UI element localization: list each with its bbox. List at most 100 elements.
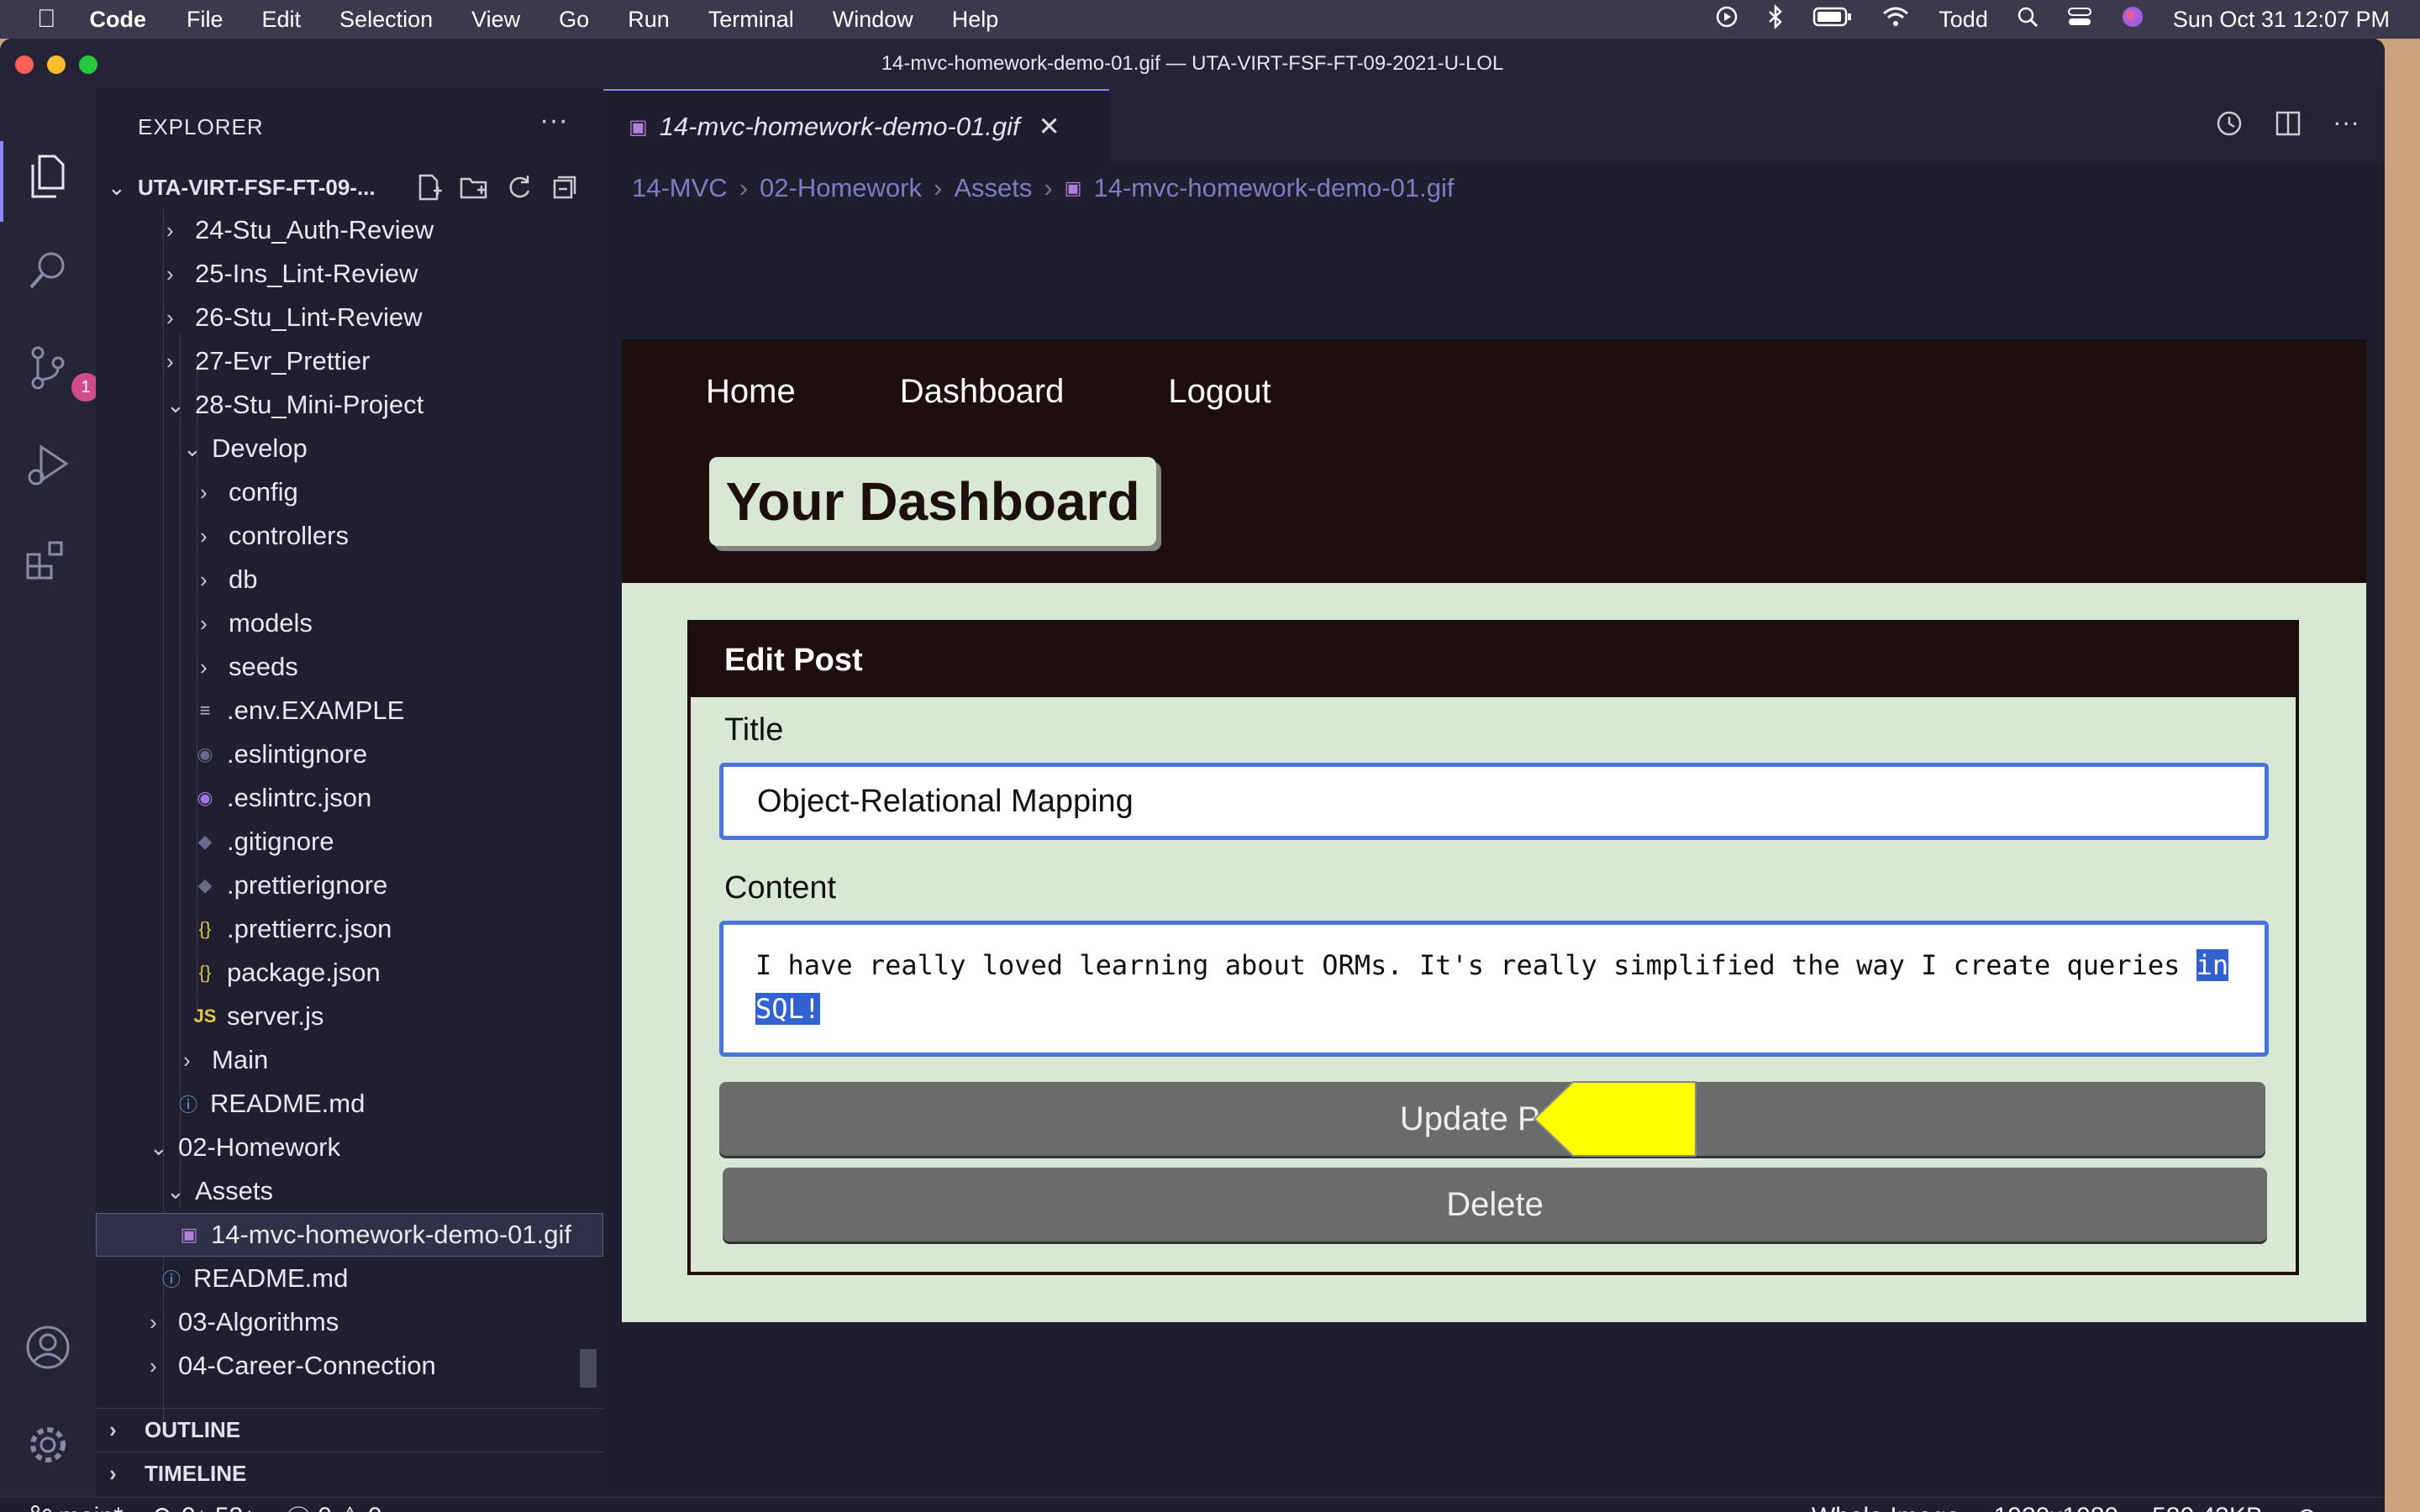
tree-item-file[interactable]: {} package.json bbox=[96, 951, 603, 995]
json-icon: {} bbox=[198, 962, 212, 983]
menu-selection[interactable]: Selection bbox=[339, 7, 433, 33]
tree-item-file[interactable]: ◉ .eslintrc.json bbox=[96, 776, 603, 820]
zoom-window-button[interactable] bbox=[79, 55, 97, 74]
tree-item-file[interactable]: JS server.js bbox=[96, 995, 603, 1038]
menu-file[interactable]: File bbox=[187, 7, 224, 33]
image-dimensions: 1920x1080 bbox=[1994, 1503, 2118, 1512]
branch-status[interactable]: main* bbox=[30, 1503, 124, 1512]
menu-run[interactable]: Run bbox=[628, 7, 670, 33]
timeline-history-icon[interactable] bbox=[2215, 109, 2244, 142]
breadcrumb-item[interactable]: 14-mvc-homework-demo-01.gif bbox=[1093, 173, 1454, 203]
breadcrumb-item[interactable]: 02-Homework bbox=[760, 173, 922, 203]
tree-item-folder[interactable]: › models bbox=[96, 601, 603, 645]
close-tab-icon[interactable]: ✕ bbox=[1039, 112, 1060, 142]
menu-clock[interactable]: Sun Oct 31 12:07 PM bbox=[2173, 7, 2390, 33]
nav-logout-link[interactable]: Logout bbox=[1168, 373, 1270, 411]
tree-item-file[interactable]: ⓘ README.md bbox=[96, 1082, 603, 1126]
broadcast-icon[interactable]: ⊚ bbox=[2296, 1503, 2317, 1512]
refresh-icon[interactable] bbox=[504, 172, 534, 202]
wifi-icon[interactable] bbox=[1881, 6, 1910, 34]
title-input[interactable]: Object-Relational Mapping bbox=[719, 763, 2269, 840]
breadcrumb-separator-icon: › bbox=[933, 173, 943, 202]
settings-gear-icon[interactable] bbox=[23, 1420, 73, 1470]
run-debug-icon[interactable] bbox=[23, 440, 73, 491]
play-icon[interactable] bbox=[1715, 5, 1739, 34]
breadcrumb-item[interactable]: Assets bbox=[954, 173, 1032, 203]
menu-go[interactable]: Go bbox=[559, 7, 589, 33]
tree-item-file[interactable]: ◆ .prettierignore bbox=[96, 864, 603, 907]
error-count: 0 bbox=[318, 1503, 332, 1512]
tree-item-folder[interactable]: › 04-Career-Connection bbox=[96, 1344, 603, 1388]
nav-dashboard-link[interactable]: Dashboard bbox=[900, 373, 1065, 411]
bluetooth-icon[interactable] bbox=[1767, 3, 1784, 35]
control-center-icon[interactable] bbox=[2067, 6, 2092, 34]
explorer-more-icon[interactable]: ··· bbox=[539, 104, 568, 137]
breadcrumb-item[interactable]: 14-MVC bbox=[632, 173, 728, 203]
menu-help[interactable]: Help bbox=[952, 7, 999, 33]
tab-bar: ▣ 14-mvc-homework-demo-01.gif ✕ ··· bbox=[603, 89, 2385, 163]
menu-edit[interactable]: Edit bbox=[262, 7, 302, 33]
image-zoom-mode[interactable]: Whole Image bbox=[1812, 1503, 1960, 1512]
update-post-button[interactable]: Update Post bbox=[719, 1082, 2265, 1156]
tree-item-folder[interactable]: › Main bbox=[96, 1038, 603, 1082]
extensions-icon[interactable] bbox=[23, 534, 73, 585]
title-input-value: Object-Relational Mapping bbox=[757, 784, 1134, 819]
tree-item-folder[interactable]: › 24-Stu_Auth-Review bbox=[96, 208, 603, 252]
search-icon[interactable] bbox=[23, 245, 73, 296]
tree-item-folder[interactable]: › seeds bbox=[96, 645, 603, 689]
problems-status[interactable]: ⓧ 0 ⚠ 0 bbox=[286, 1499, 381, 1512]
workspace-header[interactable]: ⌄ UTA-VIRT-FSF-FT-09-... bbox=[96, 166, 603, 208]
new-folder-icon[interactable] bbox=[459, 172, 489, 202]
more-actions-icon[interactable]: ··· bbox=[2333, 108, 2360, 142]
chevron-right-icon: › bbox=[109, 1417, 117, 1442]
tree-item-file[interactable]: {} .prettierrc.json bbox=[96, 907, 603, 951]
tree-item-file[interactable]: ≡ .env.EXAMPLE bbox=[96, 689, 603, 732]
sync-status[interactable]: ⟳ 0↓ 53↑ bbox=[154, 1502, 256, 1512]
user-name[interactable]: Todd bbox=[1939, 7, 1988, 33]
tree-item-folder[interactable]: › controllers bbox=[96, 514, 603, 558]
split-editor-icon[interactable] bbox=[2274, 109, 2302, 142]
apple-menu-icon[interactable]:  bbox=[37, 5, 56, 34]
tree-item-folder[interactable]: ⌄ 02-Homework bbox=[96, 1126, 603, 1169]
eslint-icon: ◉ bbox=[197, 787, 213, 808]
app-menu[interactable]: Code bbox=[90, 7, 147, 33]
tree-item-file[interactable]: ◉ .eslintignore bbox=[96, 732, 603, 776]
delete-button[interactable]: Delete bbox=[723, 1168, 2267, 1242]
tab-gif-preview[interactable]: ▣ 14-mvc-homework-demo-01.gif ✕ bbox=[603, 89, 1109, 163]
source-control-icon[interactable]: 1 bbox=[23, 343, 100, 402]
tree-item-folder[interactable]: › 27-Evr_Prettier bbox=[96, 339, 603, 383]
site-main: Edit Post Title Object-Relational Mappin… bbox=[622, 583, 2366, 1322]
tree-item-folder[interactable]: › config bbox=[96, 470, 603, 514]
siri-icon[interactable] bbox=[2121, 5, 2144, 34]
prettier-icon: ◆ bbox=[197, 874, 213, 895]
spotlight-icon[interactable] bbox=[2017, 6, 2039, 34]
explorer-files-icon[interactable] bbox=[23, 151, 73, 202]
timeline-section[interactable]: › TIMELINE bbox=[96, 1452, 603, 1495]
tree-item-folder[interactable]: ⌄ 28-Stu_Mini-Project bbox=[96, 383, 603, 427]
tree-item-folder[interactable]: ⌄ Assets bbox=[96, 1169, 603, 1213]
nav-home-link[interactable]: Home bbox=[706, 373, 796, 411]
tree-item-folder[interactable]: › 03-Algorithms bbox=[96, 1300, 603, 1344]
tree-item-file[interactable]: ⓘ README.md bbox=[96, 1257, 603, 1300]
tree-item-file[interactable]: ◆ .gitignore bbox=[96, 820, 603, 864]
menu-terminal[interactable]: Terminal bbox=[708, 7, 794, 33]
collapse-all-icon[interactable] bbox=[550, 172, 580, 202]
chevron-right-icon: › bbox=[200, 479, 208, 505]
info-icon: ⓘ bbox=[178, 1095, 197, 1116]
sidebar-scrollbar[interactable] bbox=[580, 1349, 597, 1388]
account-icon[interactable] bbox=[23, 1322, 73, 1373]
menu-window[interactable]: Window bbox=[833, 7, 913, 33]
battery-icon[interactable] bbox=[1812, 6, 1853, 34]
menu-extras: Todd Sun Oct 31 12:07 PM bbox=[1715, 0, 2390, 39]
minimize-window-button[interactable] bbox=[47, 55, 66, 74]
new-file-icon[interactable] bbox=[413, 172, 444, 202]
content-textarea[interactable]: I have really loved learning about ORMs.… bbox=[719, 921, 2269, 1057]
tree-item-folder[interactable]: › 26-Stu_Lint-Review bbox=[96, 296, 603, 339]
tree-item-folder[interactable]: › 25-Ins_Lint-Review bbox=[96, 252, 603, 296]
tree-item-folder[interactable]: › db bbox=[96, 558, 603, 601]
menu-view[interactable]: View bbox=[471, 7, 520, 33]
outline-section[interactable]: › OUTLINE bbox=[96, 1408, 603, 1452]
tree-item-folder[interactable]: ⌄ Develop bbox=[96, 427, 603, 470]
tree-item-file-selected[interactable]: ▣ 14-mvc-homework-demo-01.gif bbox=[96, 1213, 603, 1257]
close-window-button[interactable] bbox=[15, 55, 34, 74]
